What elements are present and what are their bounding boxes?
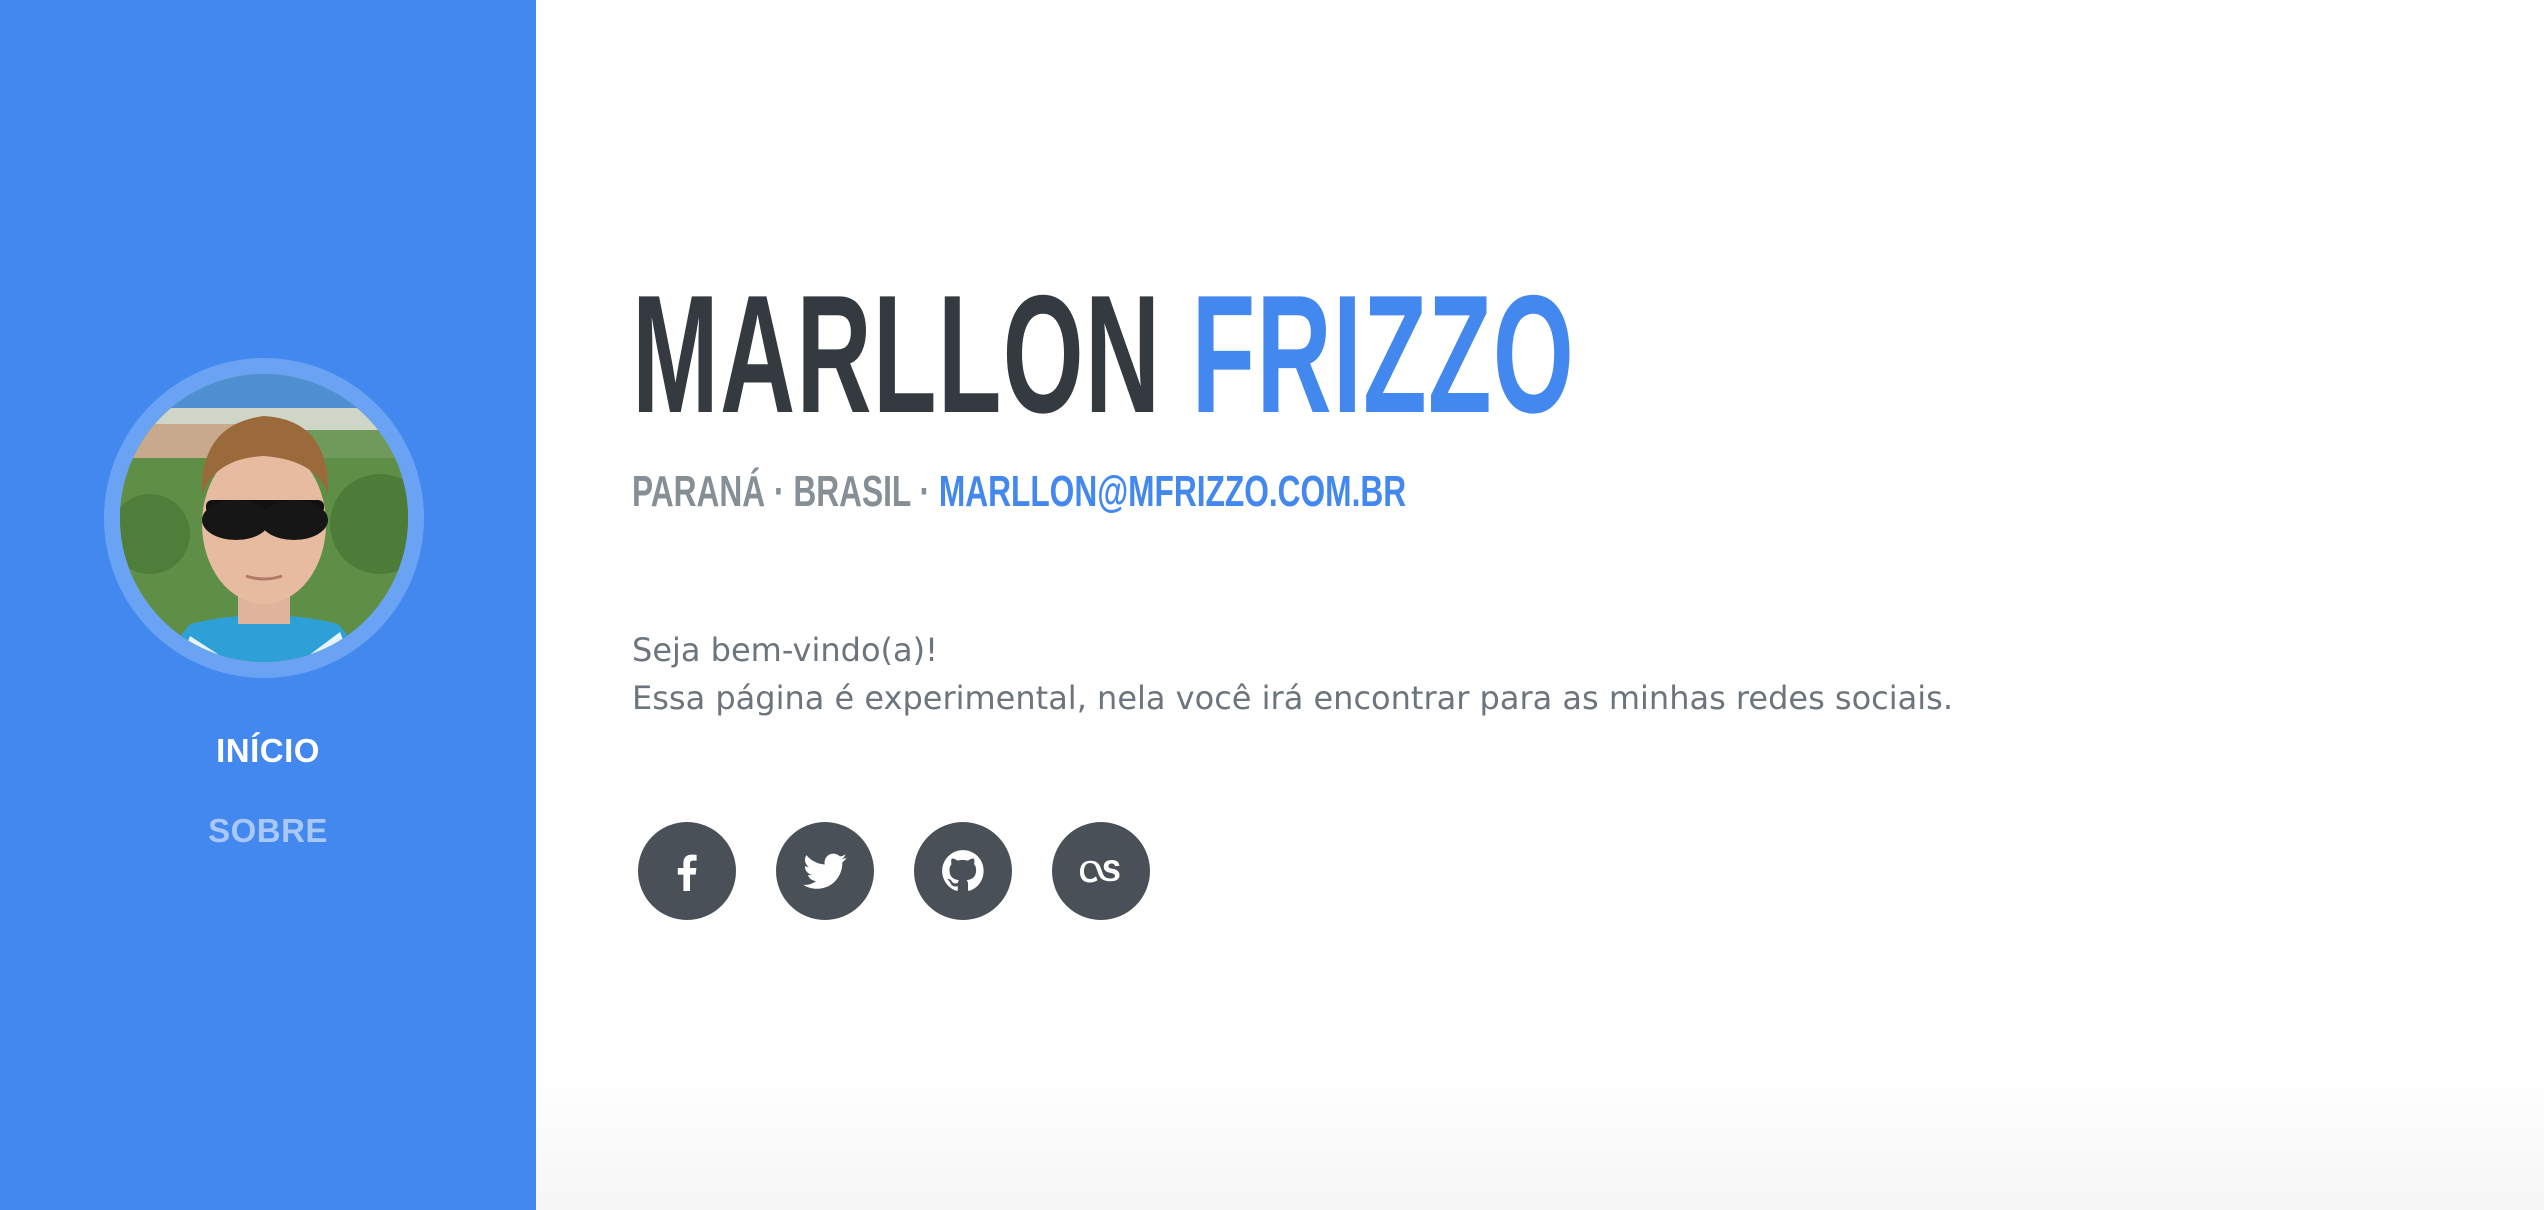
location-text: PARANÁ · BRASIL ·	[632, 467, 931, 516]
avatar	[120, 374, 408, 662]
github-button[interactable]	[914, 822, 1012, 920]
page-title: MARLLON FRIZZO	[632, 270, 1575, 438]
avatar-photo	[120, 374, 408, 662]
lastfm-icon	[1080, 860, 1120, 883]
nav-link-about[interactable]: SOBRE	[0, 812, 536, 850]
nav-link-home[interactable]: INÍCIO	[0, 732, 536, 770]
facebook-icon	[677, 854, 697, 891]
lastfm-button[interactable]	[1052, 822, 1150, 920]
avatar-ring	[104, 358, 424, 678]
intro-line-1: Seja bem-vindo(a)!	[632, 631, 938, 669]
email-link[interactable]: MARLLON@MFRIZZO.COM.BR	[939, 467, 1406, 516]
intro-line-2: Essa página é experimental, nela você ir…	[632, 679, 1953, 717]
intro-text: Seja bem-vindo(a)! Essa página é experim…	[632, 626, 1953, 722]
twitter-icon	[803, 853, 847, 889]
social-icons	[638, 822, 1150, 920]
main-content: MARLLON FRIZZO PARANÁ · BRASIL · MARLLON…	[536, 0, 2544, 1210]
name-first: MARLLON	[632, 260, 1162, 448]
github-icon	[942, 850, 984, 891]
name-last: FRIZZO	[1191, 260, 1576, 448]
page: INÍCIO SOBRE MARLLON FRIZZO PARANÁ · BRA…	[0, 0, 2544, 1210]
facebook-button[interactable]	[638, 822, 736, 920]
subheading: PARANÁ · BRASIL · MARLLON@MFRIZZO.COM.BR	[632, 470, 1406, 514]
sidebar: INÍCIO SOBRE	[0, 0, 536, 1210]
twitter-button[interactable]	[776, 822, 874, 920]
